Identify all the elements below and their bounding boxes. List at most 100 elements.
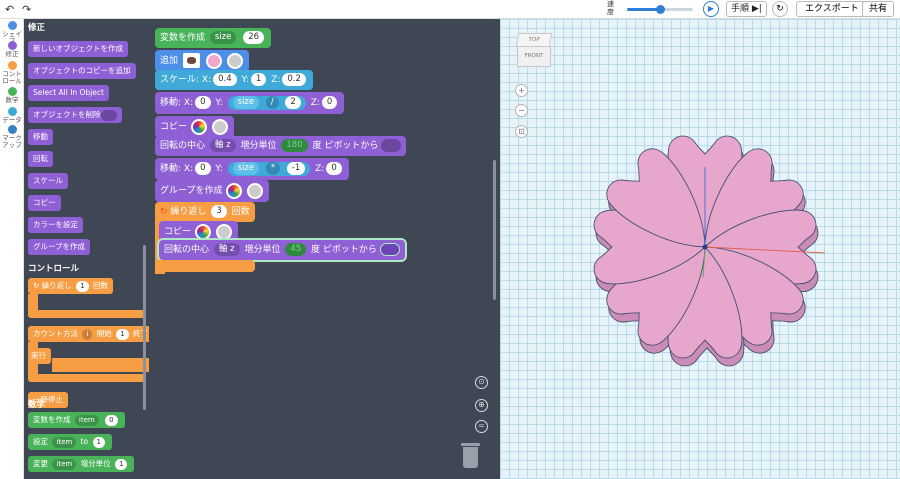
zoom-in-icon[interactable]: ⊕ [475,399,488,412]
var-value-field[interactable]: 0 [105,414,118,426]
no-color-icon[interactable] [226,52,243,69]
zoom-reset-icon[interactable]: ⊙ [475,376,488,389]
block-move[interactable]: 移動 [28,129,53,145]
category-markup[interactable]: マークアップ [0,125,24,149]
no-color-icon[interactable] [211,118,228,135]
move-z-field[interactable]: 0 [321,96,338,109]
rainbow-color-icon[interactable] [194,223,211,240]
redo-icon[interactable]: ↷ [22,3,31,16]
shape-thumbnail[interactable] [182,53,200,68]
flower-model[interactable] [500,19,900,479]
speed-slider[interactable] [627,5,693,14]
move-x-field[interactable]: 0 [195,162,211,175]
category-list: シェイプ 修正 コントロール 数学 データ マークアップ [0,19,24,479]
export-button[interactable]: エクスポート [796,1,868,17]
block-copy[interactable]: コピー [28,195,61,211]
math-expression[interactable]: size / 2 [227,95,306,110]
set-value-field[interactable]: 1 [92,436,105,448]
block-create-variable[interactable]: 変数を作成 item 0 [28,412,125,428]
change-value-field[interactable]: 1 [115,458,128,470]
ws-repeat-block[interactable]: ↻ 繰り返し 3 回数 [155,202,255,222]
math-expression[interactable]: size * -1 [227,161,311,176]
operator-dropdown[interactable]: * [265,161,281,175]
repeat-count-field[interactable]: 3 [211,205,227,218]
block-workspace[interactable]: 変数を作成 size 26 追加 スケール: X: 0.4 Y: 1 Z: 0.2 移… [149,19,500,479]
scale-x-field[interactable]: 0.4 [213,73,237,86]
ws-scale-block[interactable]: スケール: X: 0.4 Y: 1 Z: 0.2 [155,70,313,90]
block-rotate[interactable]: 回転 [28,151,53,167]
var-name-dropdown[interactable]: size [209,31,237,44]
ws-copy-block-1[interactable]: コピー [155,116,234,138]
block-repeat[interactable]: ↻ 繰り返し 1 回数 [28,278,113,294]
category-control[interactable]: コントロール [0,61,24,85]
ws-rotate-block-1[interactable]: 回転の中心 軸 z 増分単位 180 度 ピボットから [155,136,407,156]
view-cube[interactable]: TOP FRONT [515,33,553,69]
pivot-slot[interactable] [379,243,400,256]
rotate-degree-field[interactable]: 45 [285,243,307,256]
no-color-icon[interactable] [247,182,264,199]
block-set-variable[interactable]: 設定 item to 1 [28,434,112,450]
move-z-field[interactable]: 0 [326,162,342,175]
play-button[interactable]: ▶ [703,1,719,17]
undo-icon[interactable]: ↶ [5,3,14,16]
var-name-dropdown[interactable]: item [74,414,99,426]
rainbow-color-icon[interactable] [190,118,207,135]
block-group[interactable]: グループを作成 [28,239,91,255]
block-add-copy[interactable]: オブジェクトのコピーを追加 [28,63,136,79]
category-data[interactable]: データ [0,107,24,124]
block-delete-object[interactable]: オブジェクトを削除 [28,107,122,123]
ws-add-block[interactable]: 追加 [155,50,249,72]
count-from-field[interactable]: 1 [116,328,129,340]
repeat-count-field[interactable]: 1 [76,280,89,292]
pivot-slot[interactable] [381,139,402,152]
reset-icon[interactable]: ↻ [772,1,788,17]
change-var-dropdown[interactable]: item [52,458,77,470]
step-button[interactable]: 手順 ▶| [726,1,767,17]
ws-move-block-2[interactable]: 移動: X: 0 Y: size * -1 Z: 0 [155,158,349,180]
fit-view-icon[interactable]: ⊡ [515,125,528,138]
viewcube-top[interactable]: TOP [515,33,553,47]
workspace-scrollbar[interactable] [493,160,496,300]
category-label: データ [2,116,22,124]
scale-z-field[interactable]: 0.2 [282,73,306,86]
category-math[interactable]: 数学 [0,87,24,104]
var-size-field[interactable]: size [232,95,260,109]
block-create-object[interactable]: 新しいオブジェクトを作成 [28,41,128,57]
zoom-out-icon[interactable]: = [475,420,488,433]
viewcube-front[interactable]: FRONT [517,47,551,67]
ws-create-variable[interactable]: 変数を作成 size 26 [155,28,272,48]
rainbow-color-icon[interactable] [226,182,243,199]
axis-dropdown[interactable]: 軸 z [209,139,236,152]
axis-dropdown[interactable]: 軸 z [213,243,240,256]
rotate-degree-field[interactable]: 180 [281,139,308,152]
trash-icon[interactable] [461,443,480,469]
share-button[interactable]: 共有 [862,1,895,17]
var-value-field[interactable]: 26 [243,31,265,44]
3d-viewport[interactable] [500,19,900,479]
no-color-icon[interactable] [215,223,232,240]
scale-y-field[interactable]: 1 [250,73,267,86]
operand-field[interactable]: 2 [285,95,301,109]
block-select-all[interactable]: Select All In Object [28,85,109,101]
repeat-icon: ↻ [33,281,40,290]
block-count[interactable]: カウント方法 i 開始 1 終了 [28,326,149,342]
ws-move-block-1[interactable]: 移動: X: 0 Y: size / 2 Z: 0 [155,92,345,114]
count-var-dropdown[interactable]: i [82,328,93,340]
operand-field[interactable]: -1 [286,161,306,175]
zoom-out-icon[interactable]: − [515,104,528,117]
block-scale[interactable]: スケール [28,173,68,189]
block-change-variable[interactable]: 変更 item 増分単位 1 [28,456,135,472]
color-swatch-icon[interactable] [205,52,222,69]
category-modify[interactable]: 修正 [0,41,24,58]
move-x-field[interactable]: 0 [195,96,211,109]
var-size-field[interactable]: size [232,161,260,175]
ws-group-block[interactable]: グループを作成 [155,180,270,202]
set-var-dropdown[interactable]: item [52,436,77,448]
block-label: ピボットから [324,141,379,151]
ws-rotate-block-2[interactable]: 回転の中心 軸 z 増分単位 45 度 ピボットから [157,238,407,262]
flyout-scrollbar[interactable] [143,245,146,410]
zoom-in-icon[interactable]: + [515,84,528,97]
speed-slider-knob[interactable] [656,5,665,14]
operator-dropdown[interactable]: / [265,95,279,109]
block-set-color[interactable]: カラーを設定 [28,217,83,233]
